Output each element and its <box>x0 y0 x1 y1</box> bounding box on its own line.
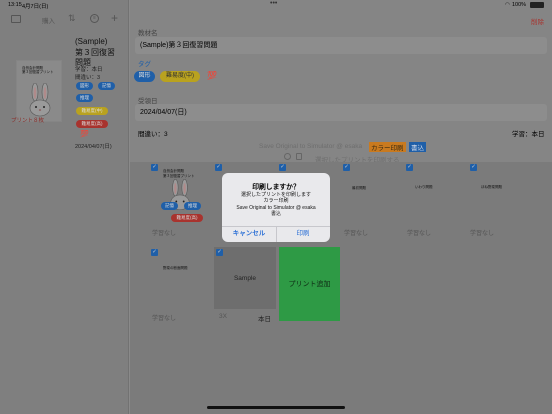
rabbit-illustration-icon <box>29 83 51 117</box>
add-print-label: プリント追加 <box>288 281 331 288</box>
card-7-title: 野菜の断面問題 <box>163 266 188 270</box>
perfect-score-icon: 💯 <box>80 131 89 138</box>
dialog-cancel-button[interactable]: キャンセル <box>222 226 276 242</box>
card-6-title: ほね野菜問題 <box>481 185 502 189</box>
add-print-button[interactable]: プリント追加 <box>279 247 340 321</box>
dialog-title: 印刷しますか？ <box>252 184 300 191</box>
sidebar-tag-reasoning: 推理 <box>76 94 93 102</box>
sidebar-toolbar: 購入 ⇅ ≡ + <box>0 11 129 27</box>
sidebar-tag-shape: 図形 <box>76 82 93 90</box>
card-5-checkbox[interactable]: ✓ <box>406 164 413 171</box>
mistakes-label: 間違い：3 <box>138 131 168 138</box>
card-3-checkbox[interactable]: ✓ <box>279 164 286 171</box>
sidebar-tag-difficulty-mid: 難易度(中) <box>76 107 108 115</box>
sidebar-tag-memory: 記憶 <box>98 82 115 90</box>
status-date: 4月7日(日) <box>22 4 49 10</box>
sidebar-toggle-icon[interactable] <box>11 15 21 23</box>
sample-card-checkbox[interactable]: ✓ <box>216 249 223 256</box>
print-confirm-dialog: 印刷しますか？ 選択したプリントを印刷します カラー印刷 Save Origin… <box>222 173 330 242</box>
sample-card-date: 本日 <box>258 316 271 323</box>
item-study-label: 学習：本日 <box>75 67 103 73</box>
card-1-tag-reasoning: 推理 <box>184 202 201 210</box>
wifi-icon: ◠ <box>505 2 510 8</box>
trash-icon[interactable] <box>296 153 302 160</box>
tag-difficulty-mid[interactable]: 難易度(中) <box>160 71 200 82</box>
card-7-checkbox[interactable]: ✓ <box>151 249 158 256</box>
write-mode-badge[interactable]: 書込 <box>409 142 426 152</box>
dialog-message: 選択したプリントを印刷します カラー印刷 Save Original to Si… <box>236 192 316 217</box>
card-1-tag-memory: 記憶 <box>161 202 178 210</box>
material-name-label: 教材名 <box>138 30 158 37</box>
color-print-badge[interactable]: カラー印刷 <box>369 142 406 152</box>
card-4-title: 最初問題 <box>352 186 366 190</box>
tag-shape[interactable]: 図形 <box>134 71 155 82</box>
sidebar: 購入 ⇅ ≡ + 自然会計問題 第３回復習プリント プリント８枚 (Sample… <box>0 0 129 414</box>
print-count-label: プリント８枚 <box>11 118 45 124</box>
multitask-dots-icon[interactable]: ••• <box>270 0 277 7</box>
card-4-checkbox[interactable]: ✓ <box>343 164 350 171</box>
print-grid <box>130 162 552 414</box>
material-name-field[interactable]: (Sample)第３回復習問題 <box>135 37 547 54</box>
sort-icon[interactable]: ⇅ <box>68 13 76 24</box>
dialog-print-button[interactable]: 印刷 <box>276 226 330 242</box>
study-label: 学習：本日 <box>512 131 545 138</box>
save-destination-text: Save Original to Simulator @ esaka <box>259 143 363 150</box>
card-1-title: 自然会計問題 第３回復習プリント <box>163 169 195 178</box>
filter-icon[interactable]: ≡ <box>90 14 99 23</box>
card-6-checkbox[interactable]: ✓ <box>470 164 477 171</box>
sidebar-tag-difficulty-high: 難易度(高) <box>76 120 108 128</box>
home-indicator[interactable] <box>207 406 345 409</box>
card-2-checkbox[interactable]: ✓ <box>215 164 222 171</box>
status-bar: 13:15 4月7日(日) ••• ◠ 100% <box>0 0 552 10</box>
tag-label[interactable]: タグ <box>138 58 151 68</box>
item-mistakes-label: 間違い：3 <box>75 75 101 81</box>
thumbnail-line2: 第３回復習プリント <box>22 70 54 75</box>
info-icon[interactable] <box>284 153 291 160</box>
item-thumbnail[interactable]: 自然会計問題 第３回復習プリント <box>16 60 62 122</box>
status-time: 13:15 <box>8 2 22 8</box>
sample-card[interactable]: ✓ Sample <box>214 247 276 309</box>
card-6-status: 学習なし <box>470 231 495 237</box>
card-1-checkbox[interactable]: ✓ <box>151 164 158 171</box>
card-5-title: いわり問題 <box>415 185 433 189</box>
battery-icon <box>530 2 544 8</box>
sample-card-count: 3X <box>219 313 227 320</box>
card-1-status: 学習なし <box>152 231 177 237</box>
card-4-status: 学習なし <box>344 231 369 237</box>
item-title[interactable]: (Sample) 第３回復習 問題 <box>75 37 115 69</box>
import-button[interactable]: 購入 <box>42 15 55 25</box>
item-date: 2024/04/07(日) <box>75 144 112 150</box>
battery-percent: 100% <box>512 2 527 8</box>
tag-perfect-icon[interactable]: 💯 <box>207 71 217 80</box>
sample-card-label: Sample <box>233 275 257 282</box>
card-5-status: 学習なし <box>407 231 432 237</box>
add-icon[interactable]: + <box>111 11 118 25</box>
received-date-field[interactable]: 2024/04/07(日) <box>135 104 547 121</box>
delete-button[interactable]: 削除 <box>531 16 544 26</box>
card-1-tag-difficulty-high: 難易度(高) <box>171 214 203 222</box>
card-7-status: 学習なし <box>152 316 177 322</box>
